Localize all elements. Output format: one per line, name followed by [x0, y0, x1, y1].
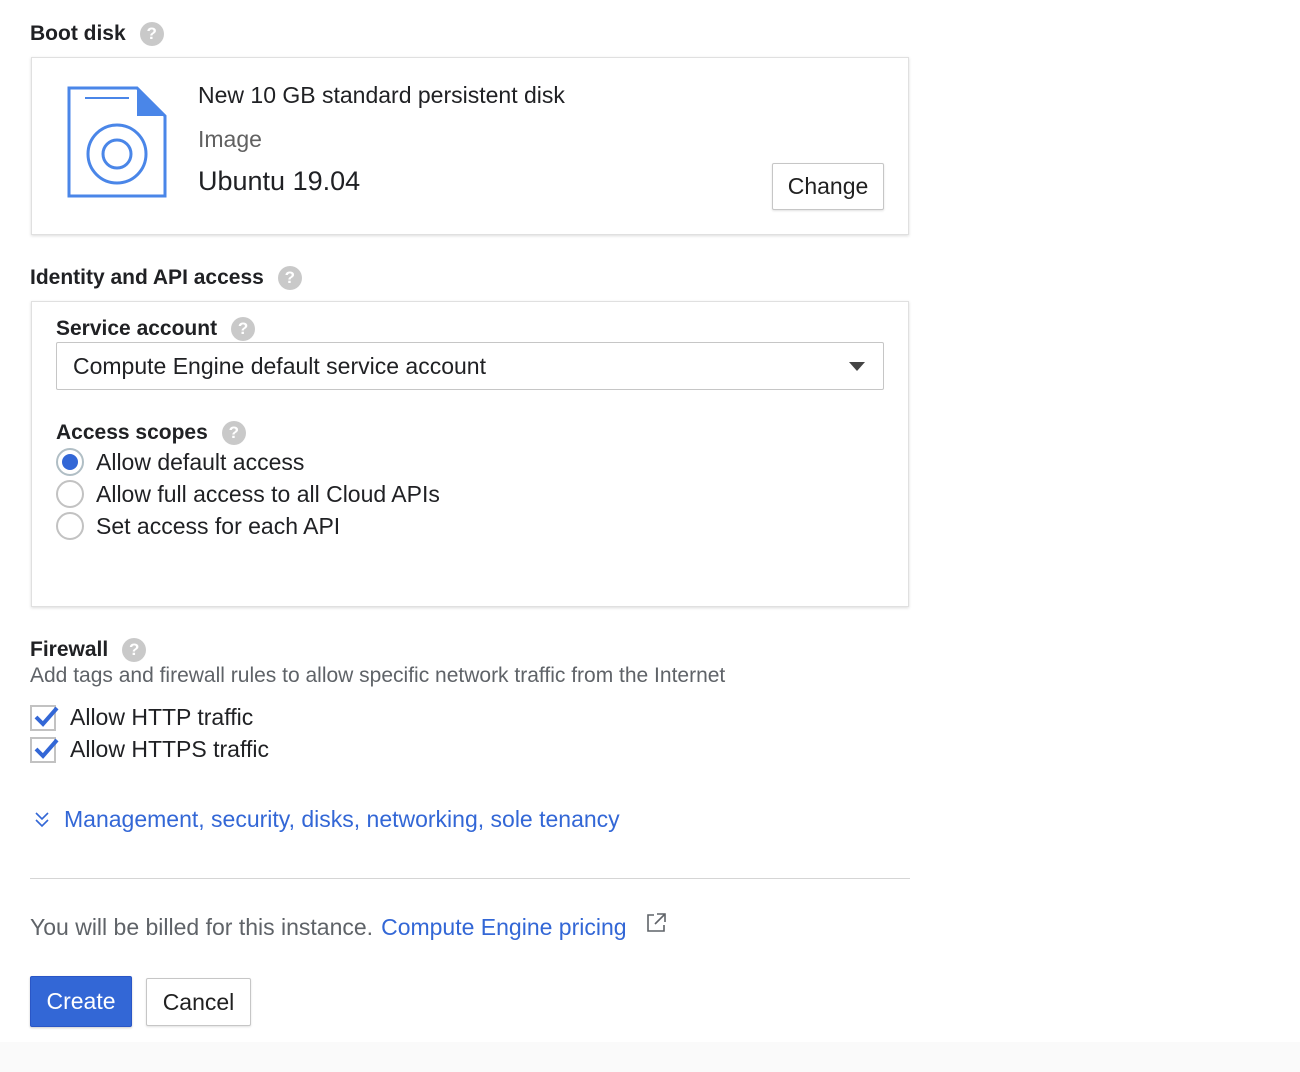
radio-label: Allow full access to all Cloud APIs [96, 480, 440, 507]
http-checkbox[interactable] [30, 704, 59, 731]
help-icon[interactable]: ? [122, 638, 147, 662]
pricing-link[interactable]: Compute Engine pricing [381, 914, 626, 941]
double-chevron-down-icon [35, 811, 49, 827]
expander-label: Management, security, disks, networking,… [64, 806, 620, 832]
https-checkbox[interactable] [30, 736, 59, 763]
checkmark-icon [34, 738, 59, 759]
radio-button[interactable] [56, 448, 84, 476]
service-account-label: Service account ? [56, 317, 256, 341]
firewall-title: Firewall ? [30, 638, 147, 662]
boot-disk-card: New 10 GB standard persistent disk Image… [31, 57, 909, 235]
management-expander-link[interactable]: Management, security, disks, networking,… [34, 806, 620, 833]
help-icon[interactable]: ? [139, 22, 164, 46]
access-scopes-label-text: Access scopes [56, 421, 208, 444]
help-icon[interactable]: ? [277, 266, 302, 290]
billing-notice: You will be billed for this instance. Co… [30, 912, 667, 941]
create-button[interactable]: Create [30, 976, 132, 1027]
checkmark-icon [34, 706, 59, 727]
service-account-select[interactable]: Compute Engine default service account [56, 342, 884, 390]
radio-label: Set access for each API [96, 512, 341, 539]
https-label: Allow HTTPS traffic [70, 736, 269, 762]
access-scopes-label: Access scopes ? [56, 421, 246, 445]
help-icon[interactable]: ? [231, 317, 256, 341]
radio-option-full[interactable]: Allow full access to all Cloud APIs [56, 480, 440, 508]
radio-option-default[interactable]: Allow default access [56, 448, 304, 476]
radio-label: Allow default access [96, 448, 305, 475]
identity-title-text: Identity and API access [30, 266, 264, 289]
image-label: Image [198, 126, 262, 152]
identity-card: Service account ? Compute Engine default… [31, 301, 909, 607]
radio-option-each-api[interactable]: Set access for each API [56, 512, 340, 540]
radio-button[interactable] [56, 512, 84, 540]
firewall-description: Add tags and firewall rules to allow spe… [30, 664, 726, 687]
help-icon[interactable]: ? [221, 421, 246, 445]
disk-name: New 10 GB standard persistent disk [198, 82, 565, 108]
identity-title: Identity and API access ? [30, 266, 302, 290]
firewall-title-text: Firewall [30, 638, 109, 661]
page-footer-band [0, 1042, 1300, 1072]
https-traffic-option[interactable]: Allow HTTPS traffic [30, 736, 269, 763]
service-account-label-text: Service account [56, 317, 218, 340]
image-value: Ubuntu 19.04 [198, 166, 361, 196]
change-button[interactable]: Change [772, 163, 884, 210]
divider [30, 878, 910, 879]
disk-image-icon [67, 84, 167, 205]
radio-button[interactable] [56, 480, 84, 508]
billing-text: You will be billed for this instance. [30, 914, 374, 940]
cancel-button[interactable]: Cancel [146, 978, 251, 1026]
http-label: Allow HTTP traffic [70, 704, 254, 730]
boot-disk-title-text: Boot disk [30, 22, 126, 45]
http-traffic-option[interactable]: Allow HTTP traffic [30, 704, 253, 731]
boot-disk-title: Boot disk ? [30, 22, 164, 46]
dropdown-caret-icon [849, 362, 865, 371]
external-link-icon[interactable] [645, 912, 667, 940]
service-account-value: Compute Engine default service account [73, 352, 486, 379]
